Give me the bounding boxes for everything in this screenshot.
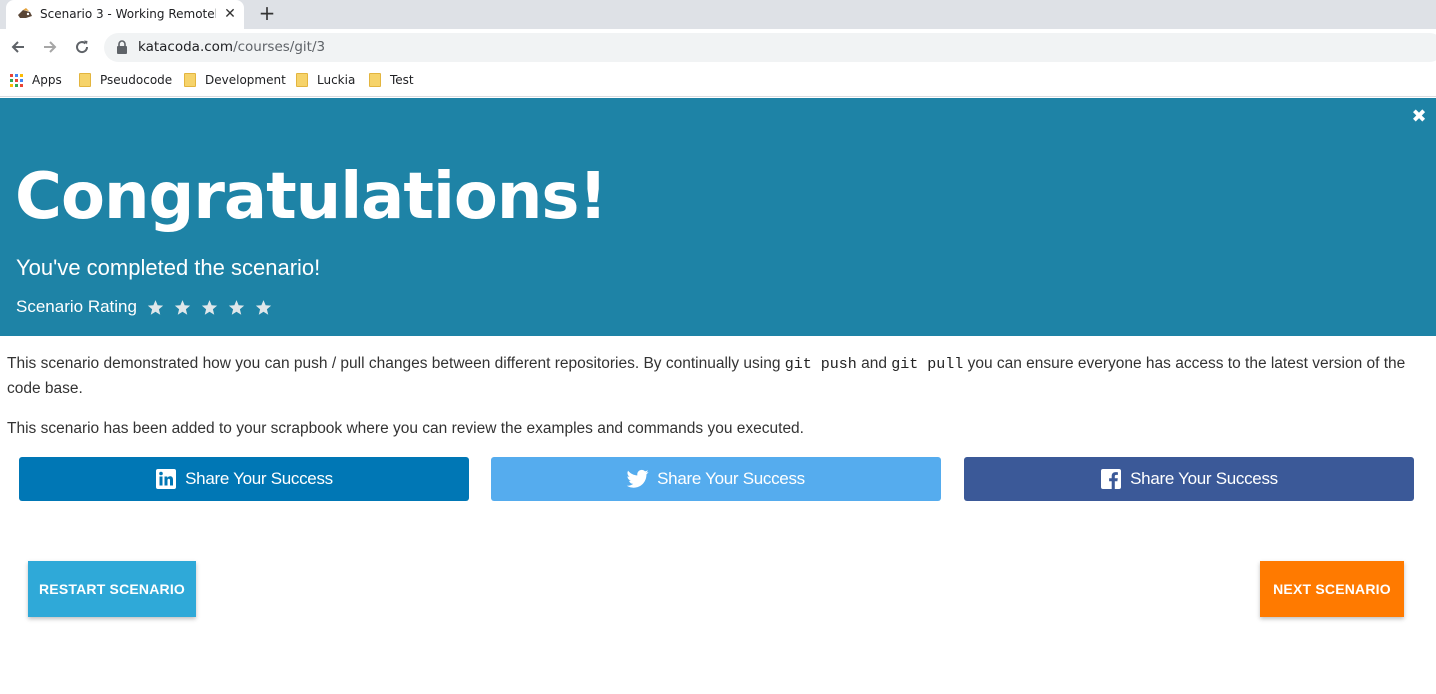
summary-text: This scenario demonstrated how you can p… — [7, 355, 785, 372]
star-icon[interactable] — [228, 299, 245, 316]
git-push-code: git push — [784, 356, 857, 373]
folder-icon — [296, 73, 308, 87]
share-facebook-button[interactable]: Share Your Success — [964, 457, 1414, 501]
bookmark-pseudocode[interactable]: Pseudocode — [79, 71, 172, 89]
tab-close-icon[interactable]: ✕ — [221, 5, 239, 23]
scenario-summary: This scenario demonstrated how you can p… — [7, 352, 1432, 401]
star-icon[interactable] — [174, 299, 191, 316]
next-scenario-button[interactable]: NEXT SCENARIO — [1260, 561, 1404, 617]
tab-title: Scenario 3 - Working Remotely | — [40, 7, 216, 21]
star-icon[interactable] — [201, 299, 218, 316]
bookmark-luckia[interactable]: Luckia — [296, 71, 355, 89]
bookmark-label: Apps — [32, 73, 62, 87]
folder-icon — [184, 73, 196, 87]
url-domain: katacoda.com — [138, 39, 234, 55]
bookmark-test[interactable]: Test — [369, 71, 414, 89]
katacoda-favicon-icon — [18, 8, 32, 18]
forward-arrow-icon — [44, 41, 57, 53]
share-label: Share Your Success — [1130, 469, 1278, 488]
close-icon[interactable]: ✖ — [1411, 106, 1427, 127]
restart-scenario-button[interactable]: RESTART SCENARIO — [28, 561, 196, 617]
share-label: Share Your Success — [657, 469, 805, 488]
git-pull-code: git pull — [891, 356, 964, 373]
apps-grid-icon — [10, 73, 23, 87]
bookmark-label: Luckia — [317, 73, 356, 87]
bookmark-label: Pseudocode — [100, 73, 173, 87]
scenario-rating: Scenario Rating — [16, 297, 282, 317]
reload-button[interactable] — [71, 36, 93, 58]
bookmark-label: Development — [205, 73, 286, 87]
lock-icon — [117, 40, 127, 54]
folder-icon — [79, 73, 91, 87]
bookmarks-bar: Apps Pseudocode Development Luckia Test — [0, 65, 1436, 97]
share-label: Share Your Success — [185, 469, 333, 488]
summary-text: and — [856, 355, 892, 372]
browser-tab[interactable]: Scenario 3 - Working Remotely | ✕ — [6, 0, 244, 29]
rating-label: Scenario Rating — [16, 297, 137, 316]
reload-icon — [76, 40, 89, 54]
bookmark-apps[interactable]: Apps — [10, 71, 62, 89]
congratulations-banner: ✖ Congratulations! You've completed the … — [0, 98, 1436, 336]
linkedin-icon — [155, 468, 177, 490]
address-bar[interactable]: katacoda.com/courses/git/3 — [104, 33, 1436, 62]
forward-button[interactable] — [39, 36, 61, 58]
share-linkedin-button[interactable]: Share Your Success — [19, 457, 469, 501]
bookmark-development[interactable]: Development — [184, 71, 286, 89]
browser-tabstrip: Scenario 3 - Working Remotely | ✕ + — [0, 0, 1436, 29]
bookmark-label: Test — [390, 73, 414, 87]
folder-icon — [369, 73, 381, 87]
page-title: Congratulations! — [15, 160, 608, 234]
facebook-icon — [1100, 468, 1122, 490]
back-arrow-icon — [11, 41, 24, 53]
back-button[interactable] — [7, 36, 29, 58]
star-icon[interactable] — [147, 299, 164, 316]
share-twitter-button[interactable]: Share Your Success — [491, 457, 941, 501]
twitter-icon — [627, 468, 649, 490]
star-icon[interactable] — [255, 299, 272, 316]
url-text: katacoda.com/courses/git/3 — [138, 39, 325, 55]
completion-subtitle: You've completed the scenario! — [16, 255, 321, 280]
new-tab-button[interactable]: + — [256, 1, 278, 25]
url-path: /courses/git/3 — [233, 39, 326, 55]
browser-toolbar: katacoda.com/courses/git/3 — [0, 29, 1436, 65]
scrapbook-note: This scenario has been added to your scr… — [7, 420, 804, 437]
